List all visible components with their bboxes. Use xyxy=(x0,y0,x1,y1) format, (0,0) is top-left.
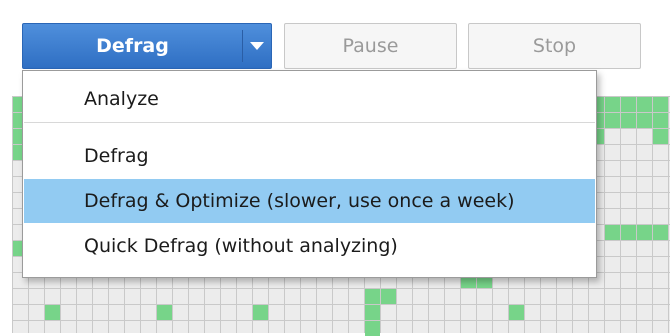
menu-divider xyxy=(24,122,595,123)
disk-block xyxy=(621,225,636,240)
disk-block xyxy=(637,225,652,240)
disk-block xyxy=(653,225,668,240)
disk-block xyxy=(365,289,380,304)
disk-block xyxy=(653,113,668,128)
stop-button[interactable]: Stop xyxy=(468,23,641,69)
disk-block xyxy=(637,113,652,128)
chevron-down-icon xyxy=(250,41,264,50)
menu-item-defrag[interactable]: Defrag xyxy=(24,134,595,178)
disk-block xyxy=(157,305,172,320)
defrag-button[interactable]: Defrag xyxy=(23,24,242,68)
pause-button[interactable]: Pause xyxy=(284,23,457,69)
menu-item-analyze[interactable]: Analyze xyxy=(24,77,595,121)
disk-block xyxy=(605,113,620,128)
defrag-split-button[interactable]: Defrag xyxy=(22,23,272,69)
menu-item-quick-defrag[interactable]: Quick Defrag (without analyzing) xyxy=(24,224,595,268)
disk-block xyxy=(509,305,524,320)
disk-block xyxy=(605,97,620,112)
disk-block xyxy=(365,305,380,320)
disk-block xyxy=(381,289,396,304)
disk-block xyxy=(637,97,652,112)
disk-block xyxy=(45,305,60,320)
disk-block xyxy=(621,113,636,128)
disk-block xyxy=(605,225,620,240)
menu-item-defrag-optimize[interactable]: Defrag & Optimize (slower, use once a we… xyxy=(24,179,595,223)
disk-block xyxy=(621,97,636,112)
disk-block xyxy=(253,305,268,320)
disk-block xyxy=(653,129,668,144)
disk-block xyxy=(365,321,380,336)
dropdown-arrow-button[interactable] xyxy=(243,24,271,68)
defrag-dropdown-menu: Analyze Defrag Defrag & Optimize (slower… xyxy=(22,70,597,278)
disk-block xyxy=(653,97,668,112)
